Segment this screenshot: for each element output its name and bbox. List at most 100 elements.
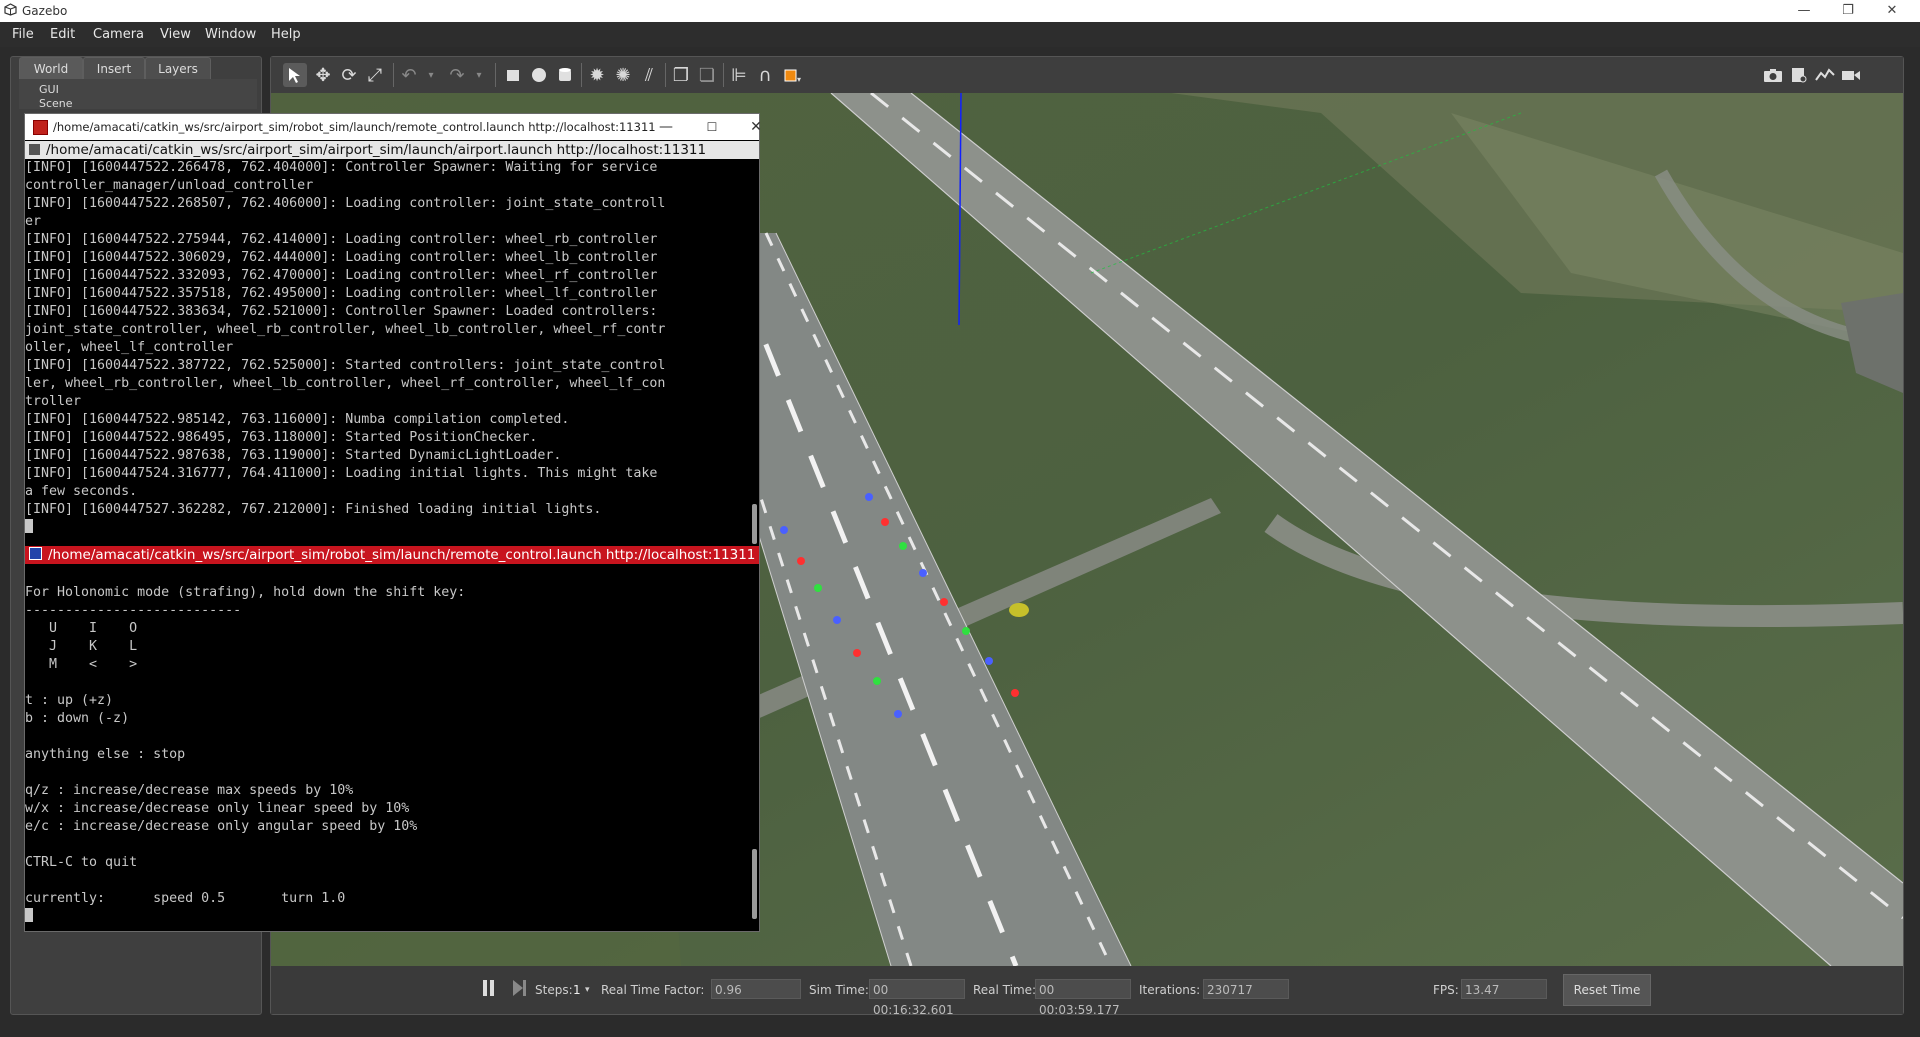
terminal-line: [INFO] [1600447522.985142, 763.116000]: …	[25, 412, 570, 427]
select-arrow-icon[interactable]	[283, 63, 307, 87]
terminal-line: [INFO] [1600447522.986495, 763.118000]: …	[25, 430, 538, 445]
directional-light-icon[interactable]: ⫽	[637, 63, 661, 87]
cylinder-icon[interactable]	[553, 63, 577, 87]
tab-insert[interactable]: Insert	[83, 57, 145, 80]
iterations-field: 230717	[1203, 979, 1289, 999]
terminal-line: CTRL-C to quit	[25, 855, 138, 870]
terminal-line: M < >	[25, 657, 138, 672]
reset-time-button[interactable]: Reset Time	[1563, 974, 1651, 1006]
pause-icon[interactable]	[483, 980, 495, 996]
cursor-line	[25, 519, 745, 537]
view-angle-icon[interactable]: ▾	[781, 63, 805, 87]
minimize-icon[interactable]: —	[1782, 1, 1826, 21]
fps-field: 13.47	[1461, 979, 1547, 999]
menu-edit[interactable]: Edit	[50, 27, 75, 42]
time-panel: Steps: 1 ▾ Real Time Factor: 0.96 Sim Ti…	[271, 966, 1903, 1017]
terminal-line: [INFO] [1600447522.987638, 763.119000]: …	[25, 448, 562, 463]
pane-airport-launch-title[interactable]: /home/amacati/catkin_ws/src/airport_sim/…	[25, 141, 759, 159]
menu-help[interactable]: Help	[271, 27, 301, 42]
gazebo-logo-icon	[4, 3, 17, 16]
world-tree: GUI Scene	[19, 79, 257, 109]
terminal-maximize-icon[interactable]: ☐	[697, 116, 727, 138]
real-time-label: Real Time:	[973, 983, 1037, 997]
terminal-line: b : down (-z)	[25, 711, 130, 726]
log-icon[interactable]	[1787, 63, 1811, 87]
box-icon[interactable]	[501, 63, 525, 87]
steps-label: Steps:	[535, 983, 573, 997]
paste-icon[interactable]: ❏	[695, 63, 719, 87]
undo-icon[interactable]: ↶	[397, 63, 421, 87]
svg-text:▾: ▾	[797, 75, 801, 84]
terminal-line: [INFO] [1600447522.332093, 762.470000]: …	[25, 268, 658, 283]
rtf-label: Real Time Factor:	[601, 983, 705, 997]
pane-title-text: /home/amacati/catkin_ws/src/airport_sim/…	[46, 142, 707, 158]
terminal-line: [INFO] [1600447522.387722, 762.525000]: …	[25, 358, 666, 373]
point-light-icon[interactable]: ✹	[585, 63, 609, 87]
terminal-line: ---------------------------	[25, 603, 242, 618]
terminal-minimize-icon[interactable]: —	[651, 116, 681, 138]
app-titlebar: Gazebo — ❐ ✕	[0, 0, 1920, 23]
snap-icon[interactable]: ∩	[753, 63, 777, 87]
sphere-icon[interactable]	[527, 63, 551, 87]
translate-icon[interactable]: ✥	[311, 63, 335, 87]
menu-view[interactable]: View	[160, 27, 191, 42]
copy-icon[interactable]: ❐	[669, 63, 693, 87]
toolbar: ✥ ⟳ ⤢ ↶ ▾ ↷ ▾ ✹ ✺ ⫽ ❐ ❏ ⊫ ∩ ▾	[271, 57, 1903, 93]
pane1-scrollbar[interactable]	[752, 504, 757, 544]
pane-airport-launch-output[interactable]: [INFO] [1600447522.266478, 762.404000]: …	[25, 159, 745, 545]
pane-icon	[29, 144, 40, 155]
terminal-cursor	[25, 908, 33, 922]
steps-dropdown-icon[interactable]: ▾	[585, 985, 590, 995]
redo-icon[interactable]: ↷	[445, 63, 469, 87]
align-icon[interactable]: ⊫	[727, 63, 751, 87]
pane-remote-control-title[interactable]: /home/amacati/catkin_ws/src/airport_sim/…	[25, 546, 759, 564]
undo-dropdown-icon[interactable]: ▾	[419, 63, 443, 87]
terminal-line: U I O	[25, 621, 138, 636]
terminal-line: [INFO] [1600447522.266478, 762.404000]: …	[25, 160, 658, 175]
step-icon[interactable]	[513, 980, 527, 996]
terminal-line: [INFO] [1600447522.268507, 762.406000]: …	[25, 196, 666, 211]
terminal-cursor	[25, 519, 33, 533]
tab-layers[interactable]: Layers	[145, 57, 211, 80]
menu-camera[interactable]: Camera	[93, 27, 144, 42]
redo-dropdown-icon[interactable]: ▾	[467, 63, 491, 87]
terminal-titlebar[interactable]: /home/amacati/catkin_ws/src/airport_sim/…	[25, 114, 762, 140]
terminal-window[interactable]: /home/amacati/catkin_ws/src/airport_sim/…	[24, 113, 762, 932]
terminal-line: [INFO] [1600447527.362282, 767.212000]: …	[25, 502, 602, 517]
plot-icon[interactable]	[1813, 63, 1837, 87]
pane-icon	[29, 547, 42, 560]
rotate-icon[interactable]: ⟳	[337, 63, 361, 87]
terminal-line: [INFO] [1600447522.357518, 762.495000]: …	[25, 286, 658, 301]
close-icon[interactable]: ✕	[1870, 1, 1914, 21]
sim-time-label: Sim Time:	[809, 983, 869, 997]
menu-window[interactable]: Window	[205, 27, 256, 42]
terminal-line: anything else : stop	[25, 747, 186, 762]
steps-value[interactable]: 1	[573, 983, 581, 997]
tree-item-gui[interactable]: GUI	[39, 83, 59, 96]
terminal-line: joint_state_controller, wheel_rb_control…	[25, 322, 666, 337]
screenshot-icon[interactable]	[1761, 63, 1785, 87]
restore-icon[interactable]: ❐	[1826, 1, 1870, 21]
cursor-line	[25, 908, 745, 926]
menubar: File Edit Camera View Window Help	[0, 22, 1920, 47]
tree-item-scene[interactable]: Scene	[39, 97, 73, 107]
terminal-line: troller	[25, 394, 82, 409]
spot-light-icon[interactable]: ✺	[611, 63, 635, 87]
scale-icon[interactable]: ⤢	[363, 63, 387, 87]
terminal-close-icon[interactable]: ✕	[741, 116, 771, 138]
video-record-icon[interactable]	[1839, 63, 1863, 87]
pane2-scrollbar[interactable]	[752, 849, 757, 919]
pane-remote-control-output[interactable]: For Holonomic mode (strafing), hold down…	[25, 566, 745, 928]
terminal-line: [INFO] [1600447522.306029, 762.444000]: …	[25, 250, 658, 265]
terminal-line: [INFO] [1600447522.275944, 762.414000]: …	[25, 232, 658, 247]
terminal-line: er	[25, 214, 42, 229]
real-time-field: 00 00:03:59.177	[1035, 979, 1131, 1017]
tab-world[interactable]: World	[19, 57, 83, 80]
terminal-line: J K L	[25, 639, 138, 654]
terminal-line: q/z : increase/decrease max speeds by 10…	[25, 783, 354, 798]
menu-file[interactable]: File	[12, 27, 34, 42]
